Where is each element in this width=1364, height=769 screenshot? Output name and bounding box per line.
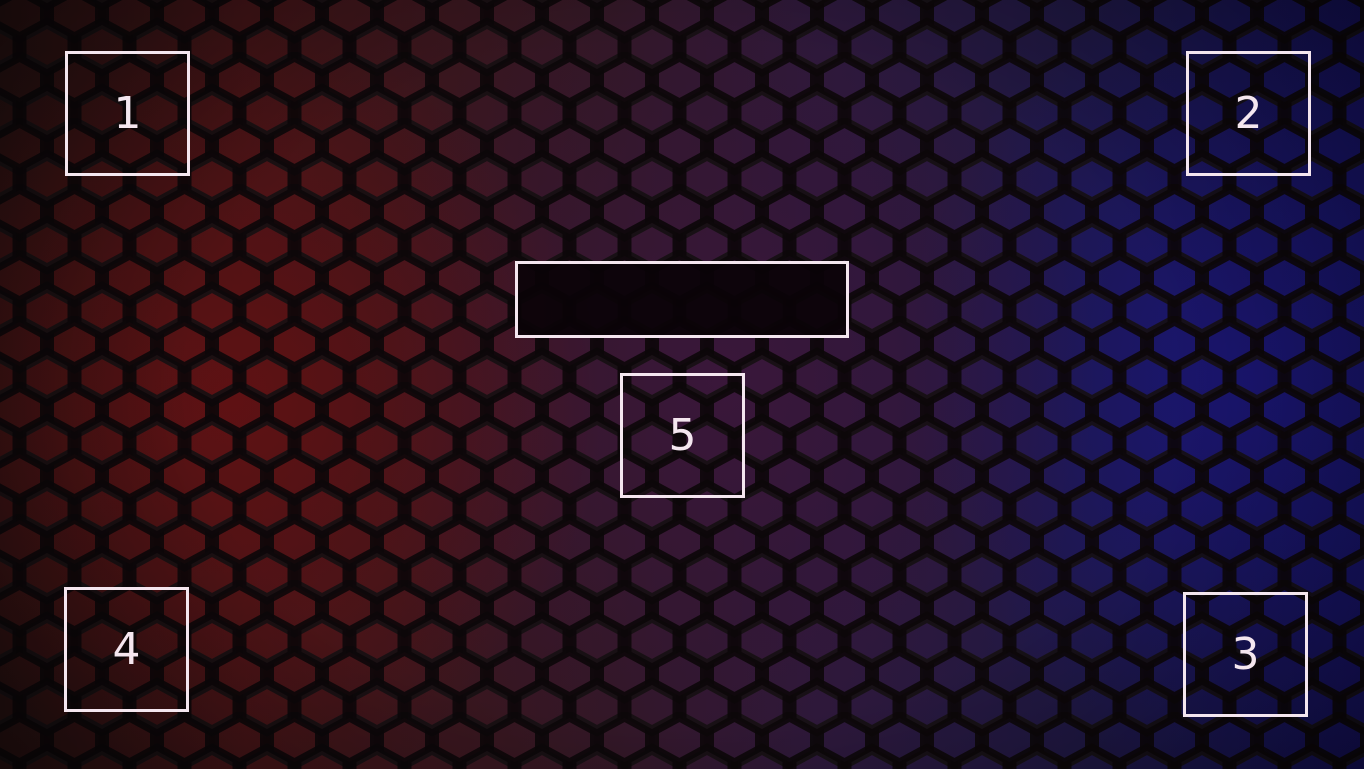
center-display-bar — [515, 261, 849, 338]
slot-1-label: 1 — [113, 87, 142, 139]
slot-5-label: 5 — [668, 409, 697, 461]
slot-3-box[interactable]: 3 — [1183, 592, 1308, 717]
slot-5-box[interactable]: 5 — [620, 373, 745, 498]
slot-2-box[interactable]: 2 — [1186, 51, 1311, 176]
slot-4-box[interactable]: 4 — [64, 587, 189, 712]
slot-4-label: 4 — [112, 623, 141, 675]
slot-2-label: 2 — [1234, 87, 1263, 139]
slot-1-box[interactable]: 1 — [65, 51, 190, 176]
slot-3-label: 3 — [1231, 628, 1260, 680]
